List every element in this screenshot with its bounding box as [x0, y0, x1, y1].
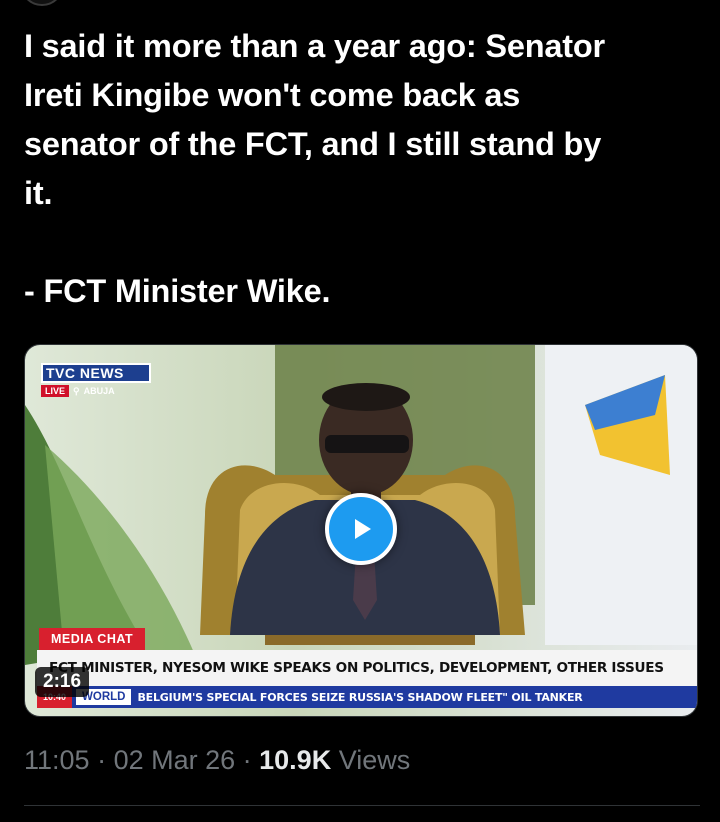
tweet-text: I said it more than a year ago: Senator … — [24, 22, 704, 316]
meta-separator: · — [235, 745, 260, 775]
views-label: Views — [331, 745, 411, 775]
live-badge: LIVE — [41, 385, 70, 397]
post-time[interactable]: 11:05 — [24, 745, 90, 775]
segment-label: MEDIA CHAT — [39, 628, 146, 650]
tweet-meta: 11:05 · 02 Mar 26 · 10.9K Views — [24, 745, 410, 776]
video-duration-badge: 2:16 — [35, 667, 90, 697]
live-indicator: LIVE ⚲ ABUJA — [41, 385, 151, 397]
tweet-signature: - FCT Minister Wike. — [24, 273, 331, 309]
headline-banner: FCT MINISTER, NYESOM WIKE SPEAKS ON POLI… — [37, 650, 697, 686]
divider — [24, 805, 700, 806]
location-label: ABUJA — [83, 386, 115, 396]
play-button[interactable] — [325, 493, 397, 565]
views-count[interactable]: 10.9K — [259, 745, 331, 775]
video-player[interactable]: TVC NEWS LIVE ⚲ ABUJA MEDIA CHAT FCT MIN… — [24, 344, 698, 717]
meta-separator: · — [89, 745, 114, 775]
location-pin-icon: ⚲ — [73, 385, 80, 396]
tweet-body: I said it more than a year ago: Senator … — [24, 28, 605, 211]
play-icon — [355, 519, 371, 539]
ticker-text: BELGIUM'S SPECIAL FORCES SEIZE RUSSIA'S … — [137, 690, 583, 704]
avatar[interactable] — [20, 0, 64, 6]
post-date[interactable]: 02 Mar 26 — [114, 745, 236, 775]
channel-name: TVC NEWS — [41, 363, 151, 383]
news-ticker: 10:40 WORLD BELGIUM'S SPECIAL FORCES SEI… — [37, 686, 697, 708]
channel-logo: TVC NEWS LIVE ⚲ ABUJA — [41, 363, 151, 397]
